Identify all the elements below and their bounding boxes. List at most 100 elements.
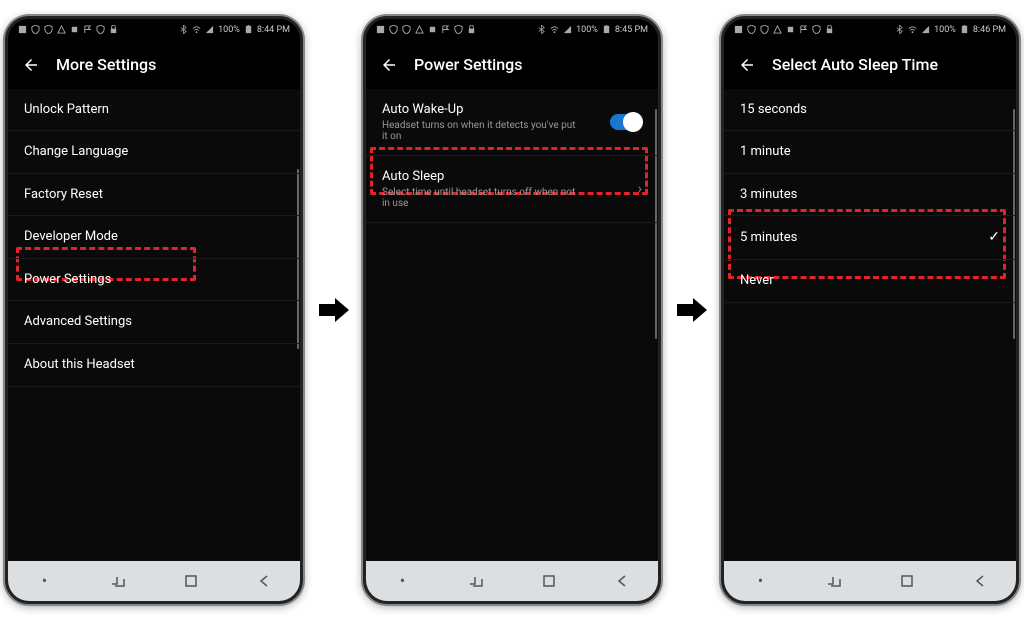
option-label: 15 seconds — [740, 102, 807, 118]
row-label: Developer Mode — [24, 229, 118, 245]
shield-icon — [454, 25, 463, 34]
app-header: Select Auto Sleep Time — [724, 41, 1016, 89]
app-icon — [376, 25, 385, 34]
bluetooth-icon — [537, 25, 546, 34]
option-row[interactable]: 15 seconds — [724, 89, 1016, 132]
nav-dot[interactable]: • — [746, 571, 776, 590]
battery-icon — [960, 25, 969, 34]
notif-icon — [786, 25, 795, 34]
settings-row[interactable]: Developer Mode — [8, 216, 300, 259]
option-label: 3 minutes — [740, 187, 797, 203]
row-label: Change Language — [24, 144, 128, 160]
settings-list: Unlock Pattern Change Language Factory Res… — [8, 89, 300, 561]
nav-recents-button[interactable] — [819, 573, 849, 589]
clock-text: 8:46 PM — [973, 25, 1006, 35]
page-title: More Settings — [56, 55, 156, 74]
status-bar: 100% 8:44 PM — [8, 19, 300, 41]
flag-icon — [799, 25, 808, 34]
phone-more-settings: 100% 8:44 PM More Settings Unlock Patter… — [5, 16, 303, 604]
app-icon — [18, 25, 27, 34]
back-button[interactable] — [738, 56, 756, 74]
shield-icon — [96, 25, 105, 34]
android-navbar: • — [366, 561, 658, 601]
row-label: Auto Wake-Up — [382, 102, 582, 117]
option-row[interactable]: 1 minute — [724, 131, 1016, 174]
option-label: 1 minute — [740, 144, 791, 160]
page-title: Power Settings — [414, 55, 522, 74]
android-navbar: • — [8, 561, 300, 601]
status-left-icons — [18, 25, 118, 34]
wifi-icon — [908, 25, 917, 34]
app-header: Power Settings — [366, 41, 658, 89]
app-icon — [734, 25, 743, 34]
back-button[interactable] — [22, 56, 40, 74]
battery-text: 100% — [218, 25, 240, 35]
shield-icon — [760, 25, 769, 34]
row-label: Power Settings — [24, 272, 111, 288]
check-icon: ✓ — [988, 229, 1000, 246]
shield-icon — [812, 25, 821, 34]
phone-power-settings: 100% 8:45 PM Power Settings Auto Wake-Up… — [363, 16, 661, 604]
option-row[interactable]: Never — [724, 260, 1016, 303]
flag-icon — [441, 25, 450, 34]
option-row[interactable]: 5 minutes ✓ — [724, 216, 1016, 260]
signal-icon — [205, 25, 214, 34]
settings-row[interactable]: Change Language — [8, 131, 300, 174]
status-left-icons — [734, 25, 834, 34]
row-label: Factory Reset — [24, 187, 103, 203]
option-row[interactable]: 3 minutes — [724, 174, 1016, 217]
battery-icon — [602, 25, 611, 34]
battery-icon — [244, 25, 253, 34]
signal-icon — [921, 25, 930, 34]
bluetooth-icon — [179, 25, 188, 34]
row-label: Auto Sleep — [382, 169, 582, 184]
toggle-switch[interactable] — [610, 114, 642, 130]
flow-arrow-icon — [315, 292, 351, 328]
notif-icon — [70, 25, 79, 34]
nav-back-button[interactable] — [249, 573, 279, 589]
settings-row[interactable]: About this Headset — [8, 344, 300, 387]
nav-dot[interactable]: • — [30, 571, 60, 590]
nav-recents-button[interactable] — [103, 573, 133, 589]
phone-select-auto-sleep: 100% 8:46 PM Select Auto Sleep Time 15 s… — [721, 16, 1019, 604]
page-title: Select Auto Sleep Time — [772, 55, 938, 74]
status-right-icons: 100% 8:46 PM — [895, 25, 1006, 35]
settings-row[interactable]: Advanced Settings — [8, 301, 300, 344]
bluetooth-icon — [895, 25, 904, 34]
shield-icon — [747, 25, 756, 34]
warning-icon — [415, 25, 424, 34]
row-label: About this Headset — [24, 357, 135, 373]
status-right-icons: 100% 8:44 PM — [179, 25, 290, 35]
lock-icon — [825, 25, 834, 34]
nav-home-button[interactable] — [892, 573, 922, 589]
nav-home-button[interactable] — [176, 573, 206, 589]
settings-row[interactable]: Auto Wake-Up Headset turns on when it det… — [366, 89, 658, 156]
status-right-icons: 100% 8:45 PM — [537, 25, 648, 35]
row-description: Headset turns on when it detects you've … — [382, 120, 582, 142]
nav-recents-button[interactable] — [461, 573, 491, 589]
clock-text: 8:44 PM — [257, 25, 290, 35]
nav-back-button[interactable] — [607, 573, 637, 589]
settings-row[interactable]: Unlock Pattern — [8, 89, 300, 132]
option-label: Never — [740, 273, 774, 289]
app-header: More Settings — [8, 41, 300, 89]
settings-row[interactable]: Power Settings — [8, 259, 300, 302]
settings-row[interactable]: Factory Reset — [8, 174, 300, 217]
shield-icon — [402, 25, 411, 34]
flow-arrow-icon — [673, 292, 709, 328]
nav-back-button[interactable] — [965, 573, 995, 589]
wifi-icon — [192, 25, 201, 34]
row-description: Select time until headset turns off when… — [382, 187, 582, 209]
option-label: 5 minutes — [740, 230, 797, 246]
status-left-icons — [376, 25, 476, 34]
status-bar: 100% 8:45 PM — [366, 19, 658, 41]
row-label: Unlock Pattern — [24, 102, 109, 118]
battery-text: 100% — [934, 25, 956, 35]
row-label: Advanced Settings — [24, 314, 132, 330]
nav-home-button[interactable] — [534, 573, 564, 589]
settings-row[interactable]: Auto Sleep Select time until headset turn… — [366, 156, 658, 223]
back-button[interactable] — [380, 56, 398, 74]
warning-icon — [57, 25, 66, 34]
nav-dot[interactable]: • — [388, 571, 418, 590]
signal-icon — [563, 25, 572, 34]
